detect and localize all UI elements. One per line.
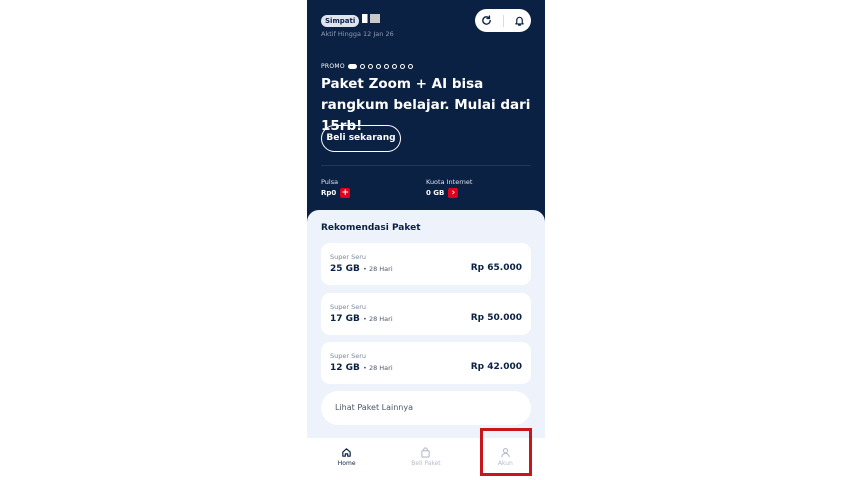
nav-label: Beli Paket [411,460,441,467]
package-name: Super Seru [330,303,367,311]
recommendation-panel: Rekomendasi Paket Super Seru 25 GB • 28 … [307,210,545,450]
package-quota: 17 GB • 28 Hari [330,314,393,324]
see-more-packages-button[interactable]: Lihat Paket Lainnya [321,391,531,425]
account-header: Simpati Aktif Hingga 12 Jan 26 [321,8,394,38]
package-quota: 12 GB • 28 Hari [330,363,393,373]
internet-quota: Kuota Internet 0 GB › [426,178,472,198]
package-quota: 25 GB • 28 Hari [330,264,393,274]
carousel-dot[interactable] [399,64,405,69]
carousel-dot-active[interactable] [347,64,357,69]
package-card[interactable]: Super Seru 25 GB • 28 Hari Rp 65.000 [321,243,531,285]
promo-indicator: PROMO [321,63,416,70]
package-duration: • 28 Hari [363,315,393,323]
top-up-plus-icon[interactable]: + [340,188,351,198]
package-price: Rp 50.000 [470,313,522,323]
highlight-box [480,428,532,476]
section-title: Rekomendasi Paket [321,223,421,233]
shopping-bag-icon [421,447,431,458]
carousel-dot[interactable] [383,64,389,69]
header-actions-divider [502,14,504,27]
package-name: Super Seru [330,253,367,261]
masked-phone-number [362,14,381,23]
nav-item-home[interactable]: Home [312,438,382,467]
pulsa-balance: Pulsa Rp0 + [321,178,351,198]
chevron-right-icon[interactable]: › [448,188,459,198]
promo-label: PROMO [321,63,345,70]
carousel-dot[interactable] [407,64,413,69]
kuota-value: 0 GB [426,189,445,197]
pulsa-label: Pulsa [321,178,339,186]
package-duration: • 28 Hari [363,265,393,273]
package-duration: • 28 Hari [363,364,393,372]
package-card[interactable]: Super Seru 17 GB • 28 Hari Rp 50.000 [321,293,531,335]
package-card[interactable]: Super Seru 12 GB • 28 Hari Rp 42.000 [321,342,531,384]
bell-icon[interactable] [513,14,527,28]
carousel-dot[interactable] [391,64,397,69]
hero-banner: Simpati Aktif Hingga 12 Jan 26 PROMO Pak… [307,0,545,224]
package-quota-value: 12 GB [330,363,360,373]
header-actions [475,9,531,32]
carousel-dot[interactable] [367,64,373,69]
package-name: Super Seru [330,352,367,360]
kuota-label: Kuota Internet [426,178,473,186]
package-quota-value: 17 GB [330,314,360,324]
package-quota-value: 25 GB [330,264,360,274]
refresh-icon[interactable] [480,14,494,28]
carousel-dot[interactable] [375,64,381,69]
pulsa-value: Rp0 [321,189,337,197]
phone-screen: Simpati Aktif Hingga 12 Jan 26 PROMO Pak… [307,0,545,480]
nav-item-beli-paket[interactable]: Beli Paket [391,438,461,467]
carousel-dot[interactable] [359,64,365,69]
brand-badge: Simpati [321,15,360,27]
package-price: Rp 65.000 [470,263,522,273]
package-price: Rp 42.000 [470,362,522,372]
nav-label: Home [337,460,356,467]
home-icon [342,448,351,457]
buy-now-button[interactable]: Beli sekarang [321,125,401,152]
active-until-text: Aktif Hingga 12 Jan 26 [321,30,394,38]
hero-divider [321,165,531,166]
